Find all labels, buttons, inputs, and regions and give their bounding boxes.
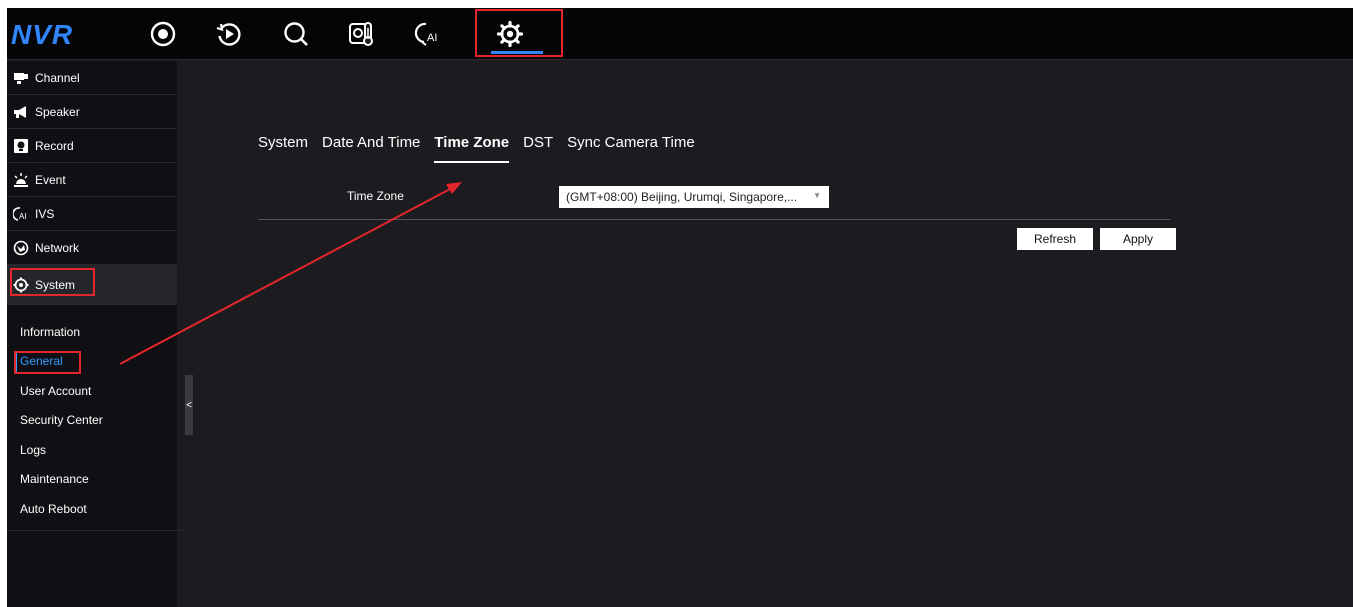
- sidebar-item-network[interactable]: Network: [7, 231, 177, 265]
- tab-system[interactable]: System: [258, 133, 308, 163]
- system-submenu: Information General User Account Securit…: [7, 305, 177, 524]
- selected-indicator: [15, 352, 17, 373]
- sidebar-item-label: System: [35, 277, 76, 292]
- tab-bar: System Date And Time Time Zone DST Sync …: [258, 133, 709, 167]
- tab-time-zone[interactable]: Time Zone: [434, 133, 509, 163]
- time-zone-select[interactable]: (GMT+08:00) Beijing, Urumqi, Singapore,.…: [559, 186, 829, 208]
- system-gear-icon: [13, 277, 29, 293]
- sidebar: Channel Speaker Record Event AI IVS Netw…: [7, 61, 185, 607]
- svg-text:AI: AI: [427, 32, 437, 44]
- sidebar-item-label: Network: [35, 240, 80, 255]
- network-icon: [13, 240, 29, 256]
- logo: NVR: [11, 19, 74, 50]
- sidebar-collapse-handle[interactable]: <: [185, 375, 193, 435]
- ivs-icon: AI: [13, 206, 29, 222]
- record-icon: [13, 138, 29, 154]
- sidebar-item-label: Event: [35, 172, 66, 187]
- submenu-item-maintenance[interactable]: Maintenance: [7, 465, 177, 495]
- submenu-item-user-account[interactable]: User Account: [7, 376, 177, 406]
- nvr-app: NVR AI Channel Speaker Record Event AI I…: [7, 8, 1353, 607]
- submenu-item-logs[interactable]: Logs: [7, 435, 177, 465]
- tab-sync-camera-time[interactable]: Sync Camera Time: [567, 133, 695, 163]
- apply-button[interactable]: Apply: [1100, 228, 1176, 250]
- sidebar-item-label: IVS: [35, 206, 55, 221]
- submenu-item-security-center[interactable]: Security Center: [7, 406, 177, 436]
- svg-text:AI: AI: [19, 212, 27, 221]
- submenu-item-label: General: [20, 354, 63, 369]
- sidebar-item-label: Record: [35, 138, 74, 153]
- refresh-button[interactable]: Refresh: [1017, 228, 1093, 250]
- search-icon[interactable]: [279, 18, 313, 50]
- tab-date-and-time[interactable]: Date And Time: [322, 133, 420, 163]
- time-zone-label: Time Zone: [347, 189, 404, 203]
- submenu-item-general[interactable]: General: [7, 347, 177, 377]
- active-tab-indicator: [491, 51, 543, 54]
- tab-dst[interactable]: DST: [523, 133, 553, 163]
- submenu-item-information[interactable]: Information: [7, 317, 177, 347]
- sidebar-item-record[interactable]: Record: [7, 129, 177, 163]
- speaker-icon: [13, 104, 29, 120]
- top-bar: NVR AI: [7, 8, 1353, 60]
- ai-icon[interactable]: AI: [411, 18, 445, 50]
- sidebar-item-channel[interactable]: Channel: [7, 61, 177, 95]
- time-zone-value: (GMT+08:00) Beijing, Urumqi, Singapore,.…: [566, 190, 798, 204]
- sidebar-item-event[interactable]: Event: [7, 163, 177, 197]
- sidebar-item-system[interactable]: System: [7, 265, 177, 305]
- sidebar-item-label: Speaker: [35, 104, 80, 119]
- sidebar-item-label: Channel: [35, 70, 80, 85]
- sidebar-item-ivs[interactable]: AI IVS: [7, 197, 177, 231]
- sidebar-item-speaker[interactable]: Speaker: [7, 95, 177, 129]
- settings-icon[interactable]: [493, 18, 527, 50]
- thermal-icon[interactable]: [344, 18, 378, 50]
- live-view-icon[interactable]: [146, 18, 180, 50]
- main-content: System Date And Time Time Zone DST Sync …: [193, 61, 1353, 607]
- channel-icon: [13, 70, 29, 86]
- chevron-down-icon: ▼: [813, 191, 821, 200]
- event-icon: [13, 172, 29, 188]
- sidebar-divider: [7, 530, 185, 531]
- form-divider: [258, 219, 1170, 220]
- playback-icon[interactable]: [212, 18, 246, 50]
- submenu-item-auto-reboot[interactable]: Auto Reboot: [7, 494, 177, 524]
